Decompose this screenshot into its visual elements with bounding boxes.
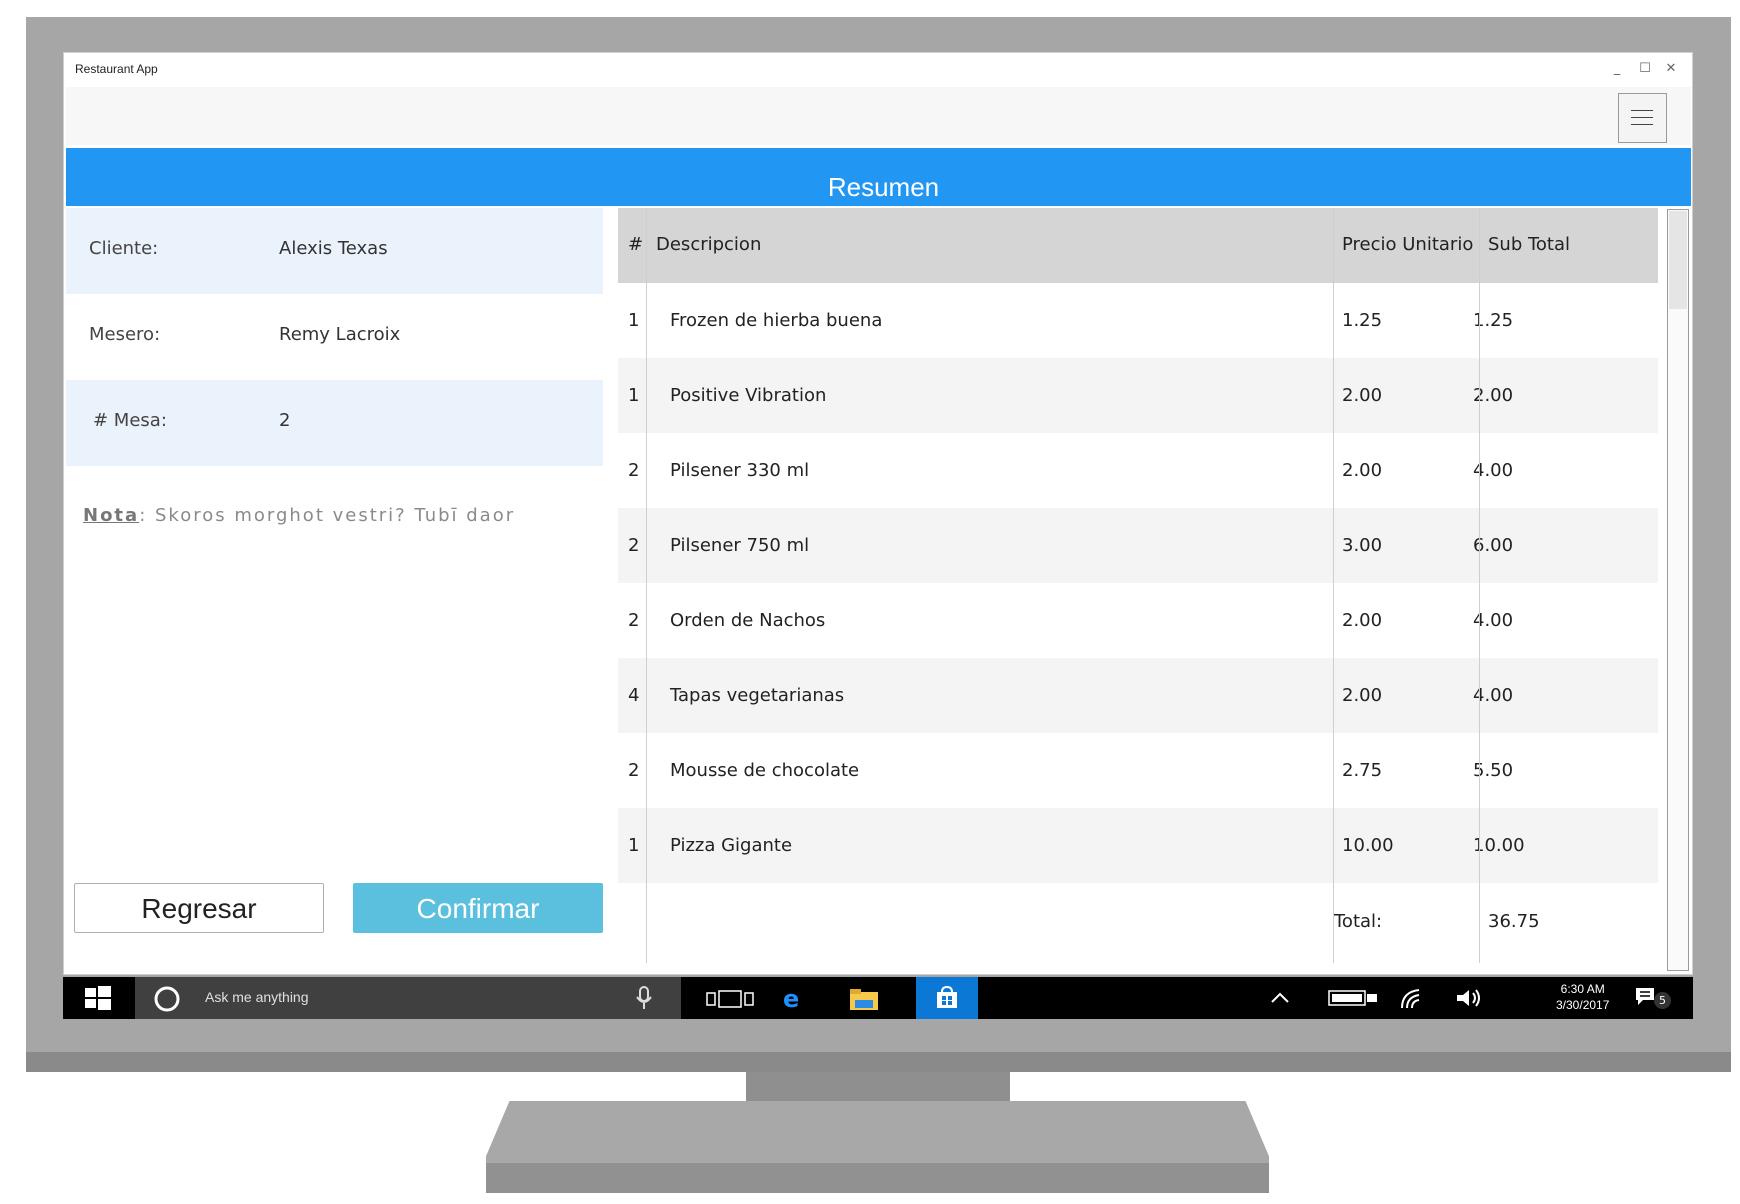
row-unit-price: 10.00 (1342, 835, 1394, 856)
row-qty: 2 (628, 760, 640, 781)
row-subtotal: 10.00 (1473, 835, 1525, 856)
close-button[interactable]: ✕ (1658, 58, 1684, 80)
order-table: # Descripcion Precio Unitario Sub Total … (618, 208, 1658, 963)
title-bar: Restaurant App _ ☐ ✕ (64, 53, 1692, 87)
hamburger-menu-icon[interactable] (1618, 93, 1667, 143)
action-center-icon[interactable] (1634, 986, 1656, 1006)
table-header: # Descripcion Precio Unitario Sub Total (618, 208, 1658, 283)
confirm-button[interactable]: Confirmar (353, 883, 603, 933)
row-description: Pilsener 330 ml (670, 460, 810, 481)
row-unit-price: 2.00 (1342, 460, 1383, 481)
cortana-icon[interactable] (153, 985, 181, 1013)
table-number-row: # Mesa: 2 (66, 380, 603, 466)
row-description: Pilsener 750 ml (670, 535, 810, 556)
note-label: Nota (83, 505, 140, 526)
wifi-icon[interactable] (1399, 986, 1423, 1010)
row-description: Tapas vegetarianas (670, 685, 845, 706)
windows-logo-icon[interactable] (63, 977, 135, 1019)
scrollbar-thumb[interactable] (1669, 211, 1687, 309)
task-view-icon[interactable] (706, 989, 754, 1009)
app-window: Restaurant App _ ☐ ✕ Resumen Cliente: Al… (63, 52, 1693, 975)
table-row[interactable]: 4 Tapas vegetarianas 2.00 4.00 (618, 658, 1658, 734)
waiter-value: Remy Lacroix (279, 324, 401, 345)
row-qty: 1 (628, 385, 640, 406)
search-placeholder: Ask me anything (205, 989, 309, 1005)
table-row[interactable]: 2 Pilsener 750 ml 3.00 6.00 (618, 508, 1658, 584)
svg-text:e: e (783, 986, 799, 1010)
waiter-label: Mesero: (89, 324, 161, 345)
row-unit-price: 2.00 (1342, 385, 1383, 406)
battery-icon[interactable] (1328, 989, 1378, 1007)
row-description: Frozen de hierba buena (670, 310, 883, 331)
row-description: Positive Vibration (670, 385, 827, 406)
file-explorer-icon[interactable] (849, 987, 879, 1011)
monitor-chin (26, 1052, 1731, 1072)
page-title: Resumen (827, 172, 940, 202)
table-scrollbar[interactable] (1667, 209, 1689, 971)
back-button[interactable]: Regresar (74, 883, 324, 933)
note: Nota: Skoros morghot vestri? Tubī daor (83, 505, 515, 526)
table-number-label: # Mesa: (93, 410, 167, 431)
row-qty: 1 (628, 310, 640, 331)
row-unit-price: 2.00 (1342, 610, 1383, 631)
column-divider (1479, 208, 1480, 963)
search-box[interactable]: Ask me anything (135, 977, 681, 1019)
row-qty: 1 (628, 835, 640, 856)
row-unit-price: 1.25 (1342, 310, 1383, 331)
row-qty: 2 (628, 460, 640, 481)
microphone-icon[interactable] (635, 986, 653, 1010)
table-row[interactable]: 1 Pizza Gigante 10.00 10.00 (618, 808, 1658, 884)
clock-date: 3/30/2017 (1556, 998, 1610, 1012)
window-title: Restaurant App (75, 62, 158, 76)
row-description: Orden de Nachos (670, 610, 826, 631)
note-text: Skoros morghot vestri? Tubī daor (155, 505, 516, 526)
header-subtotal: Sub Total (1488, 234, 1571, 255)
table-number-value: 2 (279, 410, 291, 431)
store-taskbar-button[interactable] (916, 977, 978, 1019)
app-bar (66, 87, 1691, 145)
notification-badge: 5 (1654, 992, 1671, 1009)
row-unit-price: 2.00 (1342, 685, 1383, 706)
table-row[interactable]: 1 Positive Vibration 2.00 2.00 (618, 358, 1658, 434)
volume-icon[interactable] (1455, 987, 1483, 1009)
row-unit-price: 2.75 (1342, 760, 1383, 781)
header-qty: # (628, 234, 644, 255)
row-description: Pizza Gigante (670, 835, 793, 856)
taskbar: Ask me anything e 6:30 AM 3/30/2017 5 (63, 977, 1693, 1019)
maximize-button[interactable]: ☐ (1632, 58, 1658, 80)
table-row[interactable]: 1 Frozen de hierba buena 1.25 1.25 (618, 283, 1658, 359)
total-label: Total: (1334, 911, 1383, 932)
edge-icon[interactable]: e (781, 986, 805, 1010)
client-row: Cliente: Alexis Texas (66, 208, 603, 294)
minimize-button[interactable]: _ (1604, 58, 1630, 80)
table-row[interactable]: 2 Mousse de chocolate 2.75 5.50 (618, 733, 1658, 809)
page-header: Resumen (66, 148, 1691, 206)
monitor-stand-base (486, 1163, 1269, 1193)
row-qty: 2 (628, 535, 640, 556)
chevron-up-icon[interactable] (1270, 990, 1290, 1004)
total-row: Total: 36.75 (618, 883, 1658, 963)
clock-time: 6:30 AM (1560, 982, 1605, 996)
row-unit-price: 3.00 (1342, 535, 1383, 556)
column-divider (1333, 208, 1334, 963)
store-icon (937, 986, 957, 1008)
row-qty: 2 (628, 610, 640, 631)
table-row[interactable]: 2 Pilsener 330 ml 2.00 4.00 (618, 433, 1658, 509)
waiter-row: Mesero: Remy Lacroix (66, 294, 603, 380)
table-row[interactable]: 2 Orden de Nachos 2.00 4.00 (618, 583, 1658, 659)
column-divider (646, 208, 647, 963)
clock[interactable]: 6:30 AM 3/30/2017 (1556, 981, 1609, 1013)
row-description: Mousse de chocolate (670, 760, 860, 781)
note-separator: : (139, 505, 148, 526)
header-description: Descripcion (656, 234, 762, 255)
client-label: Cliente: (89, 238, 159, 259)
total-value: 36.75 (1488, 911, 1540, 932)
client-value: Alexis Texas (279, 238, 388, 259)
header-unit-price: Precio Unitario (1342, 234, 1474, 255)
row-qty: 4 (628, 685, 640, 706)
